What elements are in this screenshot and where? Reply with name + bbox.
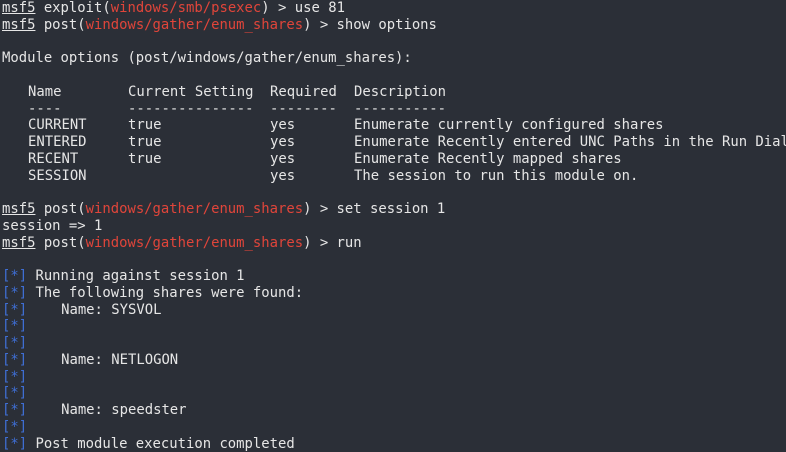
status-marker: [*] bbox=[2, 285, 27, 301]
terminal-line-show-options: msf5 post(windows/gather/enum_shares) > … bbox=[2, 17, 786, 34]
option-name: SESSION bbox=[28, 168, 128, 185]
col-header-description: Description bbox=[354, 84, 446, 101]
prompt-post-prefix: post( bbox=[35, 201, 85, 217]
command-text: set session 1 bbox=[337, 201, 446, 217]
table-row: SESSION yesThe session to run this module… bbox=[2, 168, 786, 185]
option-current-setting: true bbox=[128, 151, 270, 168]
table-row: CURRENTtrueyesEnumerate currently config… bbox=[2, 117, 786, 134]
prompt-close: ) bbox=[261, 0, 269, 16]
output-line-empty: [*] bbox=[2, 385, 786, 402]
msf-prompt: msf5 bbox=[2, 0, 35, 16]
share-name: Name: NETLOGON bbox=[27, 352, 178, 368]
output-line-completed: [*] Post module execution completed bbox=[2, 436, 786, 452]
output-text: Post module execution completed bbox=[27, 436, 295, 452]
output-line-empty: [*] bbox=[2, 369, 786, 386]
module-path: windows/gather/enum_shares bbox=[86, 201, 303, 217]
module-path: windows/gather/enum_shares bbox=[86, 235, 303, 251]
terminal-line-run: msf5 post(windows/gather/enum_shares) > … bbox=[2, 235, 786, 252]
option-required: yes bbox=[270, 151, 354, 168]
output-line-found: [*] The following shares were found: bbox=[2, 285, 786, 302]
terminal-line-use: msf5 exploit(windows/smb/psexec) > use 8… bbox=[2, 0, 786, 17]
prompt-arrow: > bbox=[311, 235, 336, 251]
option-description: Enumerate Recently mapped shares bbox=[354, 151, 622, 168]
module-path: windows/smb/psexec bbox=[111, 0, 262, 16]
output-line-share: [*]Name: SYSVOL bbox=[2, 302, 786, 319]
col-header-current-setting: Current Setting bbox=[128, 84, 270, 101]
status-marker: [*] bbox=[2, 385, 27, 401]
output-line-running: [*] Running against session 1 bbox=[2, 268, 786, 285]
status-marker: [*] bbox=[2, 419, 27, 435]
status-marker: [*] bbox=[2, 352, 27, 368]
option-description: The session to run this module on. bbox=[354, 168, 638, 185]
msf-prompt: msf5 bbox=[2, 201, 35, 217]
underline-name: ---- bbox=[28, 101, 128, 118]
msf-prompt: msf5 bbox=[2, 235, 35, 251]
blank-line bbox=[2, 184, 786, 201]
output-line-share: [*]Name: NETLOGON bbox=[2, 352, 786, 369]
prompt-exploit-prefix: exploit( bbox=[35, 0, 110, 16]
module-options-header: Module options (post/windows/gather/enum… bbox=[2, 50, 786, 67]
option-description: Enumerate Recently entered UNC Paths in … bbox=[354, 134, 786, 151]
command-text: show options bbox=[337, 17, 437, 33]
option-required: yes bbox=[270, 168, 354, 185]
output-line-empty: [*] bbox=[2, 318, 786, 335]
option-description: Enumerate currently configured shares bbox=[354, 117, 663, 134]
option-required: yes bbox=[270, 134, 354, 151]
output-text: Running against session 1 bbox=[27, 268, 244, 284]
underline-description: ----------- bbox=[354, 101, 446, 118]
module-path: windows/gather/enum_shares bbox=[86, 17, 303, 33]
blank-line bbox=[2, 34, 786, 51]
option-required: yes bbox=[270, 117, 354, 134]
table-row: RECENTtrueyesEnumerate Recently mapped s… bbox=[2, 151, 786, 168]
share-name: Name: speedster bbox=[27, 402, 186, 418]
terminal-line-set-session: msf5 post(windows/gather/enum_shares) > … bbox=[2, 201, 786, 218]
prompt-post-prefix: post( bbox=[35, 17, 85, 33]
underline-required: -------- bbox=[270, 101, 354, 118]
output-line-share: [*]Name: speedster bbox=[2, 402, 786, 419]
option-name: RECENT bbox=[28, 151, 128, 168]
options-table-header: NameCurrent SettingRequiredDescription bbox=[2, 84, 786, 101]
prompt-arrow: > bbox=[311, 17, 336, 33]
col-header-name: Name bbox=[28, 84, 128, 101]
terminal-window[interactable]: msf5 exploit(windows/smb/psexec) > use 8… bbox=[0, 0, 786, 419]
status-marker: [*] bbox=[2, 436, 27, 452]
output-text: The following shares were found: bbox=[27, 285, 303, 301]
status-marker: [*] bbox=[2, 369, 27, 385]
underline-current-setting: --------------- bbox=[128, 101, 270, 118]
prompt-arrow: > bbox=[311, 201, 336, 217]
option-name: CURRENT bbox=[28, 117, 128, 134]
prompt-arrow: > bbox=[270, 0, 295, 16]
table-row: ENTEREDtrueyesEnumerate Recently entered… bbox=[2, 134, 786, 151]
status-marker: [*] bbox=[2, 302, 27, 318]
status-marker: [*] bbox=[2, 335, 27, 351]
option-name: ENTERED bbox=[28, 134, 128, 151]
blank-line bbox=[2, 67, 786, 84]
blank-line bbox=[2, 251, 786, 268]
set-result: session => 1 bbox=[2, 218, 786, 235]
command-text: use 81 bbox=[295, 0, 345, 16]
status-marker: [*] bbox=[2, 318, 27, 334]
output-line-empty: [*] bbox=[2, 419, 786, 436]
options-table-underline: -------------------------------------- bbox=[2, 101, 786, 118]
col-header-required: Required bbox=[270, 84, 354, 101]
status-marker: [*] bbox=[2, 268, 27, 284]
share-name: Name: SYSVOL bbox=[27, 302, 161, 318]
command-text: run bbox=[337, 235, 362, 251]
status-marker: [*] bbox=[2, 402, 27, 418]
msf-prompt: msf5 bbox=[2, 17, 35, 33]
prompt-post-prefix: post( bbox=[35, 235, 85, 251]
option-current-setting: true bbox=[128, 134, 270, 151]
option-current-setting: true bbox=[128, 117, 270, 134]
output-line-empty: [*] bbox=[2, 335, 786, 352]
